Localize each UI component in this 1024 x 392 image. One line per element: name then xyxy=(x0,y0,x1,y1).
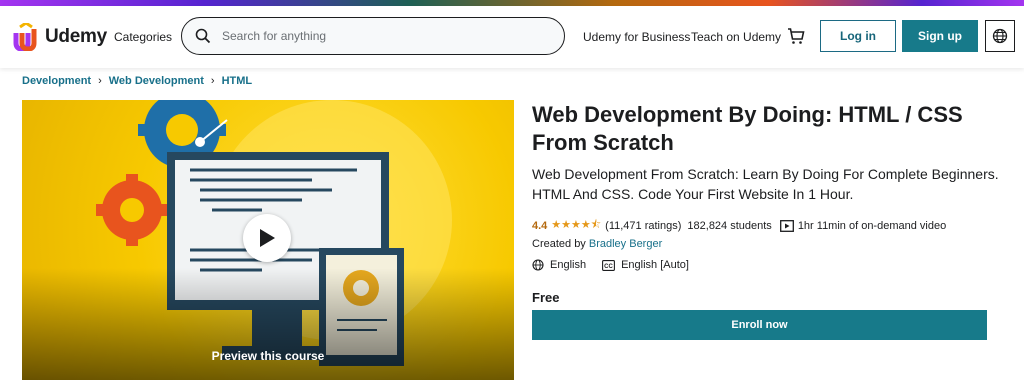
udemy-logo-text: Udemy xyxy=(45,26,107,47)
breadcrumb: Development › Web Development › HTML xyxy=(22,75,252,87)
search-icon[interactable] xyxy=(195,28,211,44)
students-count: 182,824 students xyxy=(687,219,772,232)
instructor-link[interactable]: Bradley Berger xyxy=(589,238,662,250)
enroll-now-button[interactable]: Enroll now xyxy=(532,310,987,340)
course-language: English xyxy=(550,259,587,271)
video-length: 1hr 11min of on-demand video xyxy=(797,219,947,232)
preview-course-label[interactable]: Preview this course xyxy=(22,349,514,363)
rating-value: 4.4 xyxy=(532,219,548,232)
language-button[interactable] xyxy=(985,20,1015,52)
captions-icon: CC xyxy=(602,259,616,271)
login-button[interactable]: Log in xyxy=(820,20,896,52)
created-by-label: Created by xyxy=(532,238,586,250)
breadcrumb-html[interactable]: HTML xyxy=(222,75,253,87)
star-rating-icon: ★★★★⯪ xyxy=(551,219,602,231)
breadcrumb-separator-icon: › xyxy=(98,75,102,87)
course-preview[interactable]: Preview this course xyxy=(22,100,514,380)
cart-icon[interactable] xyxy=(787,27,805,45)
course-stats: 4.4 ★★★★⯪ (11,471 ratings) 182,824 stude… xyxy=(532,216,946,235)
course-captions: English [Auto] xyxy=(621,259,689,271)
search-bar[interactable] xyxy=(181,17,565,55)
created-by: Created by Bradley Berger xyxy=(532,238,662,250)
site-header: Udemy Categories Udemy for Business Teac… xyxy=(0,6,1024,68)
udemy-for-business-link[interactable]: Udemy for Business xyxy=(583,30,690,44)
breadcrumb-separator-icon: › xyxy=(210,75,215,87)
breadcrumb-development[interactable]: Development xyxy=(22,75,91,87)
search-input[interactable] xyxy=(222,29,542,43)
udemy-logo-mark xyxy=(13,23,37,51)
play-icon xyxy=(260,229,275,247)
udemy-logo[interactable]: Udemy xyxy=(12,22,107,52)
language-info: English CC English [Auto] xyxy=(532,259,689,271)
video-icon xyxy=(779,219,794,232)
ratings-count[interactable]: (11,471 ratings) xyxy=(605,220,681,232)
play-button[interactable] xyxy=(243,214,291,262)
breadcrumb-web-development[interactable]: Web Development xyxy=(109,75,204,87)
svg-text:CC: CC xyxy=(604,264,613,270)
course-price: Free xyxy=(532,290,560,305)
language-icon xyxy=(532,259,544,271)
categories-menu[interactable]: Categories xyxy=(114,30,172,44)
course-title: Web Development By Doing: HTML / CSS Fro… xyxy=(532,102,963,155)
signup-button[interactable]: Sign up xyxy=(902,20,978,52)
globe-icon xyxy=(992,28,1008,44)
teach-on-udemy-link[interactable]: Teach on Udemy xyxy=(691,30,781,44)
course-subtitle: Web Development From Scratch: Learn By D… xyxy=(532,166,999,202)
